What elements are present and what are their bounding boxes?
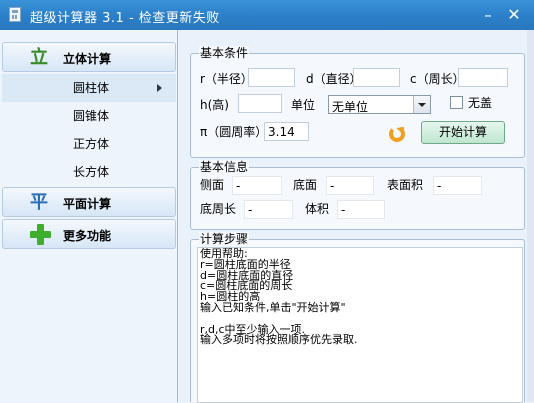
window-right-edge	[527, 30, 534, 402]
height-label: h(高)	[200, 98, 229, 112]
solid-shape-icon: 立	[30, 47, 48, 68]
steps-line: 输入已知条件,单击"开始计算"	[200, 300, 346, 314]
plus-icon	[30, 224, 51, 245]
window-title: 超级计算器 3.1 - 检查更新失败	[30, 11, 220, 26]
base-area-value	[326, 176, 374, 195]
steps-group: 计算步骤 使用帮助: r=圆柱底面的半径 d=圆柱底面的直径 c=圆柱底面的周长…	[190, 232, 525, 403]
base-perimeter-value	[244, 200, 293, 219]
base-area-label: 底面	[293, 178, 318, 192]
surface-area-value	[433, 176, 482, 195]
category-more[interactable]: 更多功能	[2, 219, 176, 249]
category-solid-label: 立体计算	[63, 52, 112, 66]
height-input[interactable]	[238, 94, 282, 113]
radius-label: r（半径）	[200, 72, 253, 86]
chevron-right-icon	[157, 84, 162, 92]
diameter-input[interactable]	[353, 68, 400, 87]
no-cap-checkbox[interactable]	[450, 96, 463, 109]
main-panel: 基本条件 r（半径） d（直径） c（周长） h(高) 单位 无单位 无盖 π（…	[178, 30, 534, 403]
unit-select-value: 无单位	[332, 100, 369, 114]
circumference-input[interactable]	[458, 68, 508, 87]
category-plane-label: 平面计算	[63, 197, 112, 211]
basic-info-group: 基本信息 侧面 底面 表面积 底周长 体积	[190, 160, 525, 230]
basic-conditions-legend: 基本条件	[199, 46, 250, 60]
base-perimeter-label: 底周长	[200, 202, 237, 216]
sidebar-item-cylinder[interactable]: 圆柱体	[2, 74, 176, 102]
surface-area-label: 表面积	[387, 178, 424, 192]
side-area-label: 侧面	[200, 178, 225, 192]
no-cap-label: 无盖	[468, 96, 493, 110]
basic-info-legend: 基本信息	[199, 160, 250, 174]
circumference-label: c（周长）	[410, 72, 465, 86]
unit-select[interactable]: 无单位	[328, 95, 431, 114]
title-bar: 超级计算器 3.1 - 检查更新失败 – ✕	[0, 0, 534, 30]
steps-textarea[interactable]: 使用帮助: r=圆柱底面的半径 d=圆柱底面的直径 c=圆柱底面的周长 h=圆柱…	[197, 247, 523, 403]
plane-shape-icon: 平	[30, 192, 48, 213]
sidebar-item-cube[interactable]: 正方体	[2, 130, 176, 158]
steps-legend: 计算步骤	[199, 232, 250, 246]
unit-label: 单位	[291, 98, 316, 112]
sidebar-item-label: 圆柱体	[72, 81, 109, 95]
volume-label: 体积	[305, 202, 330, 216]
sidebar-item-label: 圆锥体	[72, 109, 109, 123]
sidebar-item-cuboid[interactable]: 长方体	[2, 158, 176, 186]
pi-label: π（圆周率）	[200, 125, 268, 139]
sidebar-item-label: 长方体	[72, 165, 109, 179]
close-button[interactable]: ✕	[504, 5, 524, 25]
pi-input[interactable]	[264, 122, 309, 141]
chevron-down-icon[interactable]	[413, 96, 430, 113]
volume-value	[337, 200, 385, 219]
refresh-icon[interactable]	[389, 126, 405, 142]
sidebar: 立 立体计算 圆柱体 圆锥体 正方体 长方体 平 平面计算 更多功能	[0, 30, 178, 402]
radius-input[interactable]	[248, 68, 295, 87]
category-plane[interactable]: 平 平面计算	[2, 187, 176, 217]
category-more-label: 更多功能	[63, 229, 112, 243]
side-area-value	[232, 176, 282, 195]
start-calc-button[interactable]: 开始计算	[421, 121, 505, 144]
category-solid[interactable]: 立 立体计算	[2, 42, 176, 72]
steps-line: 输入多项时将按照顺序优先录取.	[200, 333, 358, 347]
sidebar-item-cone[interactable]: 圆锥体	[2, 102, 176, 130]
calculator-icon	[9, 7, 21, 22]
minimize-button[interactable]: –	[478, 5, 498, 25]
sidebar-item-label: 正方体	[72, 137, 109, 151]
basic-conditions-group: 基本条件 r（半径） d（直径） c（周长） h(高) 单位 无单位 无盖 π（…	[190, 46, 525, 158]
